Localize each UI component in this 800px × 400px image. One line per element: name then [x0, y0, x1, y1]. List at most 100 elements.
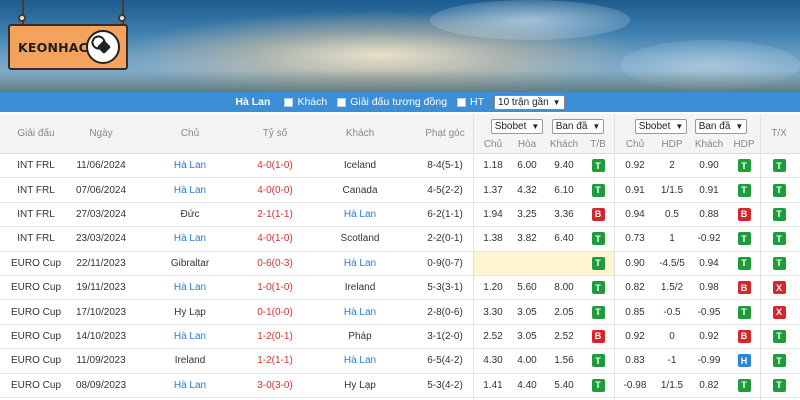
cell-hdp: 1 [669, 233, 675, 245]
result-badge: T [591, 281, 605, 295]
cell-hdpr: B [730, 203, 758, 226]
cell-tb: T [586, 276, 610, 299]
cell-away[interactable]: Hà Lan [320, 252, 400, 275]
cell-league: EURO Cup [10, 282, 61, 294]
cell-o2: 6.00 [517, 160, 537, 172]
cell-home[interactable]: Hà Lan [145, 178, 235, 201]
cell-tx: T [762, 349, 796, 372]
chevron-down-icon: ▼ [531, 121, 540, 131]
cell-o3: 6.10 [554, 184, 574, 196]
cell-league: INT FRL [17, 184, 55, 196]
cell-corner: 4-5(2-2) [427, 184, 463, 196]
cell-home[interactable]: Hà Lan [145, 154, 235, 177]
cell-home: Hy Lạp [174, 306, 206, 318]
chevron-down-icon: ▼ [675, 121, 684, 131]
cell-tx: X [762, 300, 796, 323]
table-row[interactable]: EURO Cup 08/09/2023 Hà Lan 3-0(3-0) Hy Lạp 5-… [0, 374, 800, 398]
result-badge: T [737, 159, 751, 173]
table-row[interactable]: INT FRL 07/06/2024 Hà Lan 4-0(0-0) Canada 4-5… [0, 178, 800, 203]
cell-tb: T [586, 374, 610, 397]
away-checkbox[interactable] [284, 97, 294, 107]
cell-o2: 5.60 [517, 282, 537, 294]
result-badge: T [772, 354, 786, 368]
cell-a2: 0.92 [699, 330, 719, 342]
table-row[interactable]: EURO Cup 22/11/2023 Gibraltar 0-6(0-3) Hà La… [0, 251, 800, 276]
cell-home[interactable]: Hà Lan [145, 374, 235, 397]
col-score: Tỷ số [262, 128, 288, 139]
cell-league: EURO Cup [10, 355, 61, 367]
cell-tx: T [762, 203, 796, 226]
cell-away[interactable]: Hà Lan [320, 300, 400, 323]
table-row[interactable]: INT FRL 27/03/2024 Đức 2-1(1-1) Hà Lan 6-2(1-… [0, 203, 800, 228]
cell-score: 1-2(0-1) [257, 330, 293, 342]
result-badge: B [737, 207, 751, 221]
result-badge: T [737, 232, 751, 246]
subcol-tb: T/B [590, 138, 606, 150]
table-row[interactable]: EURO Cup 11/09/2023 Ireland 1-2(1-1) Hà Lan 6… [0, 349, 800, 374]
cell-league: EURO Cup [10, 379, 61, 391]
cell-corner: 5-3(4-2) [427, 379, 463, 391]
cell-home[interactable]: Hà Lan [145, 227, 235, 250]
cell-date: 27/03/2024 [75, 208, 127, 220]
bookmaker-select-1[interactable]: Sbobet ▼ [490, 118, 544, 134]
table-row[interactable]: INT FRL 23/03/2024 Hà Lan 4-0(1-0) Scotland 2… [0, 227, 800, 252]
cell-home[interactable]: Hà Lan [145, 276, 235, 299]
subcol-hdp-result: HDP [733, 138, 755, 150]
cell-tx: T [762, 325, 796, 348]
cell-tx: T [762, 252, 796, 275]
cell-tb: T [586, 178, 610, 201]
cell-a2: -0.99 [697, 355, 721, 367]
cell-o1: 4.30 [483, 355, 503, 367]
cell-a1: 0.92 [625, 160, 645, 172]
cell-date: 11/09/2023 [76, 355, 126, 367]
cell-a2: 0.90 [699, 160, 719, 172]
filter-bar: Hà Lan Khách Giải đấu tương đồng HT 10 t… [0, 92, 800, 112]
same-league-checkbox[interactable] [337, 97, 347, 107]
cell-home: Đức [180, 208, 200, 220]
cell-date: 23/03/2024 [75, 233, 127, 245]
away-label: Khách [297, 96, 328, 108]
match-history-table: Giải đấu Ngày Chủ Tỷ số Khách Phạt góc S… [0, 114, 800, 398]
cell-away: Ireland [344, 282, 376, 294]
cell-hdp: 1/1.5 [660, 379, 684, 391]
cell-o3 [548, 252, 580, 275]
ht-checkbox[interactable] [457, 97, 467, 107]
chevron-down-icon: ▼ [552, 97, 561, 107]
match-count-select[interactable]: 10 trận gần ▼ [494, 94, 565, 110]
cell-away: Scotland [340, 233, 380, 245]
cell-tx: T [762, 154, 796, 177]
cell-o2: 4.32 [517, 184, 537, 196]
market-select-1[interactable]: Ban đầ ▼ [551, 118, 605, 134]
col-away: Khách [345, 128, 375, 139]
cell-tb: T [586, 154, 610, 177]
table-row[interactable]: EURO Cup 19/11/2023 Hà Lan 1-0(1-0) Ireland 5… [0, 276, 800, 301]
result-badge: T [591, 232, 605, 246]
result-badge: T [772, 159, 786, 173]
cell-corner: 2-2(0-1) [427, 233, 463, 245]
table-row[interactable]: INT FRL 11/06/2024 Hà Lan 4-0(1-0) Iceland 8-… [0, 154, 800, 179]
market-select-2[interactable]: Ban đầ ▼ [694, 118, 748, 134]
table-row[interactable]: EURO Cup 17/10/2023 Hy Lạp 0-1(0-0) Hà Lan 2-… [0, 300, 800, 325]
cell-score: 3-0(3-0) [257, 379, 293, 391]
cell-away[interactable]: Hà Lan [320, 203, 400, 226]
cell-tb: B [586, 203, 610, 226]
site-logo[interactable]: KEONHACAI [8, 24, 128, 70]
table-row[interactable]: EURO Cup 14/10/2023 Hà Lan 1-2(0-1) Pháp 3-1(… [0, 325, 800, 350]
cell-away[interactable]: Hà Lan [320, 349, 400, 372]
cell-league: INT FRL [17, 160, 55, 172]
cell-o3: 8.00 [554, 282, 574, 294]
result-badge: B [591, 207, 605, 221]
result-badge: B [737, 329, 751, 343]
cell-hdp: -4.5/5 [659, 257, 685, 269]
col-home: Chủ [180, 128, 200, 139]
bookmaker-select-2[interactable]: Sbobet ▼ [634, 118, 688, 134]
cell-corner: 6-5(4-2) [427, 355, 463, 367]
cell-score: 0-1(0-0) [257, 306, 293, 318]
cell-o2 [512, 252, 542, 275]
result-badge: T [737, 256, 751, 270]
cell-o1: 1.38 [483, 233, 503, 245]
cell-a1: 0.91 [625, 184, 645, 196]
header-banner: KEONHACAI [0, 0, 800, 92]
cell-o3: 3.36 [554, 208, 574, 220]
cell-home[interactable]: Hà Lan [145, 325, 235, 348]
